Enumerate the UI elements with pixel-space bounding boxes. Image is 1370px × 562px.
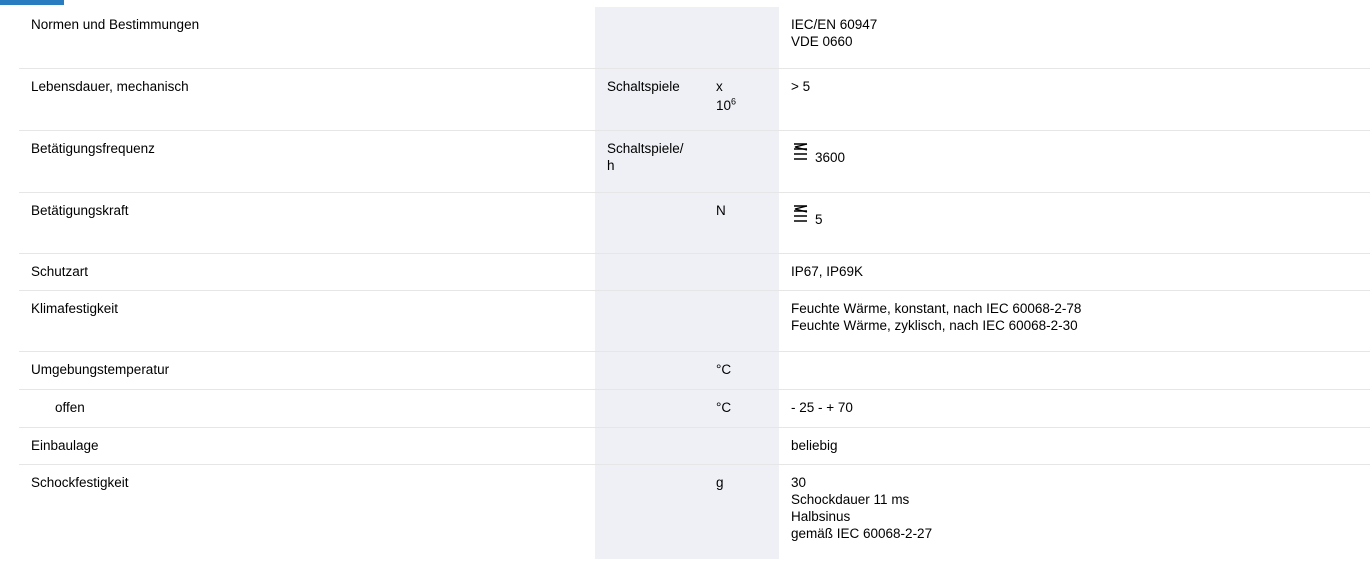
value-line: - 25 - + 70 (791, 400, 853, 415)
row-label: Betätigungsfrequenz (31, 141, 155, 156)
unit-cell: °C (704, 352, 779, 389)
row-label: Einbaulage (31, 438, 99, 453)
unit-cell: g (704, 465, 779, 559)
value-line: beliebig (791, 438, 838, 453)
unit-cell: Schaltspiele (595, 69, 704, 130)
value-cell: - 25 - + 70 (779, 390, 1370, 427)
unit-cell (595, 254, 704, 290)
value-cell: 3600 (779, 131, 1370, 192)
unit-cell (704, 254, 779, 290)
row-label: Klimafestigkeit (31, 301, 119, 316)
value-cell: 5 (779, 193, 1370, 253)
less-equal-icon (791, 205, 811, 222)
unit-cell (595, 7, 704, 68)
table-row: Betätigungskraft N 5 (19, 192, 1370, 253)
value-cell (779, 352, 1370, 389)
unit-cell: x 106 (704, 69, 779, 130)
power-base: 10 (716, 98, 732, 113)
less-equal-icon (791, 143, 811, 160)
row-label: Schockfestigkeit (31, 475, 129, 490)
section-heading-marker (0, 0, 64, 5)
value-cell: IEC/EN 60947 VDE 0660 (779, 7, 1370, 68)
unit-cell: °C (704, 390, 779, 427)
table-row: offen °C - 25 - + 70 (19, 389, 1370, 427)
value-line: Schockdauer 11 ms (791, 492, 910, 507)
unit-cell (595, 390, 704, 427)
value-number: 5 (815, 212, 823, 227)
value-line: Feuchte Wärme, zyklisch, nach IEC 60068-… (791, 318, 1078, 333)
row-label: Normen und Bestimmungen (31, 17, 200, 32)
unit-cell (595, 465, 704, 559)
value-cell: Feuchte Wärme, konstant, nach IEC 60068-… (779, 291, 1370, 351)
table-row: Umgebungstemperatur °C (19, 351, 1370, 389)
unit-power: 106 (716, 97, 767, 114)
unit-cell (595, 193, 704, 253)
value-cell: beliebig (779, 428, 1370, 464)
value-line: > 5 (791, 79, 811, 94)
value-line: gemäß IEC 60068-2-27 (791, 526, 933, 541)
unit-cell (704, 131, 779, 192)
row-label: Betätigungskraft (31, 203, 129, 218)
unit-multiplier: x (716, 79, 723, 94)
table-row: Einbaulage beliebig (19, 427, 1370, 464)
row-label: Schutzart (31, 264, 89, 279)
table-row: Schockfestigkeit g 30 Schockdauer 11 ms … (19, 464, 1370, 559)
table-row: Klimafestigkeit Feuchte Wärme, konstant,… (19, 290, 1370, 351)
unit-cell: Schaltspiele/ h (595, 131, 704, 192)
unit-cell (704, 428, 779, 464)
value-number: 3600 (815, 150, 846, 165)
value-cell: 30 Schockdauer 11 ms Halbsinus gemäß IEC… (779, 465, 1370, 559)
value-line: VDE 0660 (791, 34, 853, 49)
unit-cell: N (704, 193, 779, 253)
row-label: Umgebungstemperatur (31, 362, 170, 377)
row-label: Lebensdauer, mechanisch (31, 79, 189, 94)
power-exponent: 6 (731, 96, 737, 107)
unit-cell (704, 7, 779, 68)
unit-cell (595, 352, 704, 389)
value-line: Halbsinus (791, 509, 851, 524)
value-cell: IP67, IP69K (779, 254, 1370, 290)
value-line: 30 (791, 475, 807, 490)
table-row: Lebensdauer, mechanisch Schaltspiele x 1… (19, 68, 1370, 130)
value-line: Feuchte Wärme, konstant, nach IEC 60068-… (791, 301, 1082, 316)
row-label: offen (55, 400, 85, 415)
table-row: Normen und Bestimmungen IEC/EN 60947 VDE… (19, 7, 1370, 68)
unit-cell (595, 291, 704, 351)
table-row: Schutzart IP67, IP69K (19, 253, 1370, 290)
value-line: IP67, IP69K (791, 264, 864, 279)
unit-cell (704, 291, 779, 351)
spec-table: Normen und Bestimmungen IEC/EN 60947 VDE… (19, 7, 1370, 559)
value-line: IEC/EN 60947 (791, 17, 878, 32)
value-cell: > 5 (779, 69, 1370, 130)
unit-cell (595, 428, 704, 464)
table-row: Betätigungsfrequenz Schaltspiele/ h 3600 (19, 130, 1370, 192)
